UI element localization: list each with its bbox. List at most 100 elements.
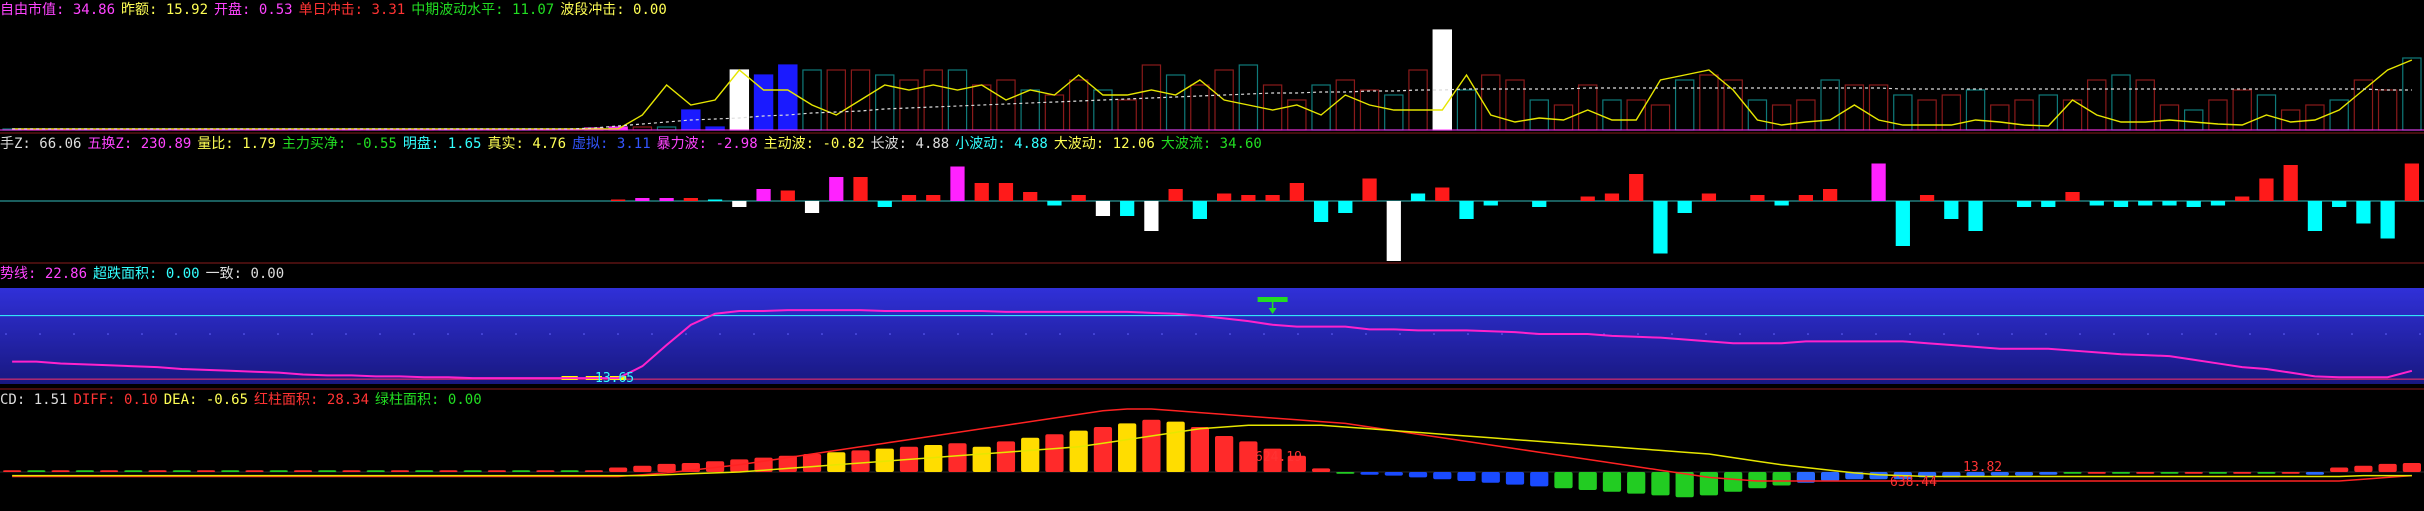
grid-dot — [787, 333, 789, 335]
signal-bar — [659, 198, 674, 201]
macd-bar — [245, 470, 264, 472]
signal-bar — [1919, 195, 1935, 201]
signal-bar — [707, 199, 723, 201]
label-green-area: 绿柱面积: 0.00 — [375, 392, 482, 408]
grid-dot — [5, 333, 7, 335]
label-band-impact: 波段冲击: 0.00 — [560, 2, 667, 18]
grid-dot — [481, 333, 483, 335]
grid-dot — [447, 333, 449, 335]
macd-bar — [3, 470, 22, 472]
grid-dot — [1229, 333, 1231, 335]
volume-bar — [1868, 84, 1889, 131]
signal-bar — [2138, 201, 2153, 206]
macd-bar — [2063, 472, 2082, 474]
macd-bar — [1360, 472, 1379, 475]
signal-bar — [2016, 201, 2032, 207]
macd-bar — [1602, 472, 1622, 492]
macd-bar — [1021, 437, 1040, 472]
label-mid-volatility: 中期波动水平: 11.07 — [411, 2, 555, 18]
macd-bar — [1384, 472, 1403, 476]
label-real: 真实: 4.76 — [487, 136, 567, 152]
macd-bar — [1530, 472, 1549, 487]
grid-dot — [379, 333, 381, 335]
macd-bar — [196, 470, 216, 472]
signal-bar — [2307, 201, 2323, 231]
label-dea: DEA: -0.65 — [163, 392, 249, 408]
panel3-value-label: 13.65 — [595, 371, 635, 386]
macd-bar — [2014, 472, 2034, 476]
signal-bar — [1629, 174, 1644, 201]
signal-bar — [1653, 201, 1668, 254]
grid-dot — [2317, 333, 2319, 335]
grid-dot — [209, 333, 211, 335]
volume-bar — [947, 69, 968, 131]
volume-bar — [1020, 89, 1040, 131]
macd-bar — [633, 465, 652, 472]
volume-bar — [996, 79, 1016, 131]
volume-bar — [2232, 89, 2252, 131]
grid-dot — [413, 333, 415, 335]
label-trend-line: 势线: 22.86 — [0, 266, 88, 282]
macd-bar — [1142, 419, 1161, 472]
panel-free-market-value: 自由市值: 34.86 昨额: 15.92 开盘: 0.53 单日冲击: 3.31 中期… — [0, 0, 2424, 134]
macd-bar — [609, 467, 628, 472]
signal-bar — [1968, 201, 1983, 231]
signal-bar — [1483, 201, 1498, 206]
plot-background — [0, 288, 2424, 384]
grid-dot — [753, 333, 755, 335]
grid-dot — [175, 333, 177, 335]
macd-bar — [2233, 472, 2252, 474]
grid-dot — [1841, 333, 1843, 335]
volume-bar — [1577, 84, 1598, 131]
signal-bar — [974, 183, 989, 201]
macd-bar — [293, 470, 313, 472]
signal-bar — [1798, 195, 1813, 201]
signal-bar — [1241, 195, 1256, 201]
label-main-net-buy: 主力买净: -0.55 — [281, 136, 397, 152]
signal-bar — [2332, 201, 2347, 207]
label-virtual: 虚拟: 3.11 — [572, 136, 651, 152]
volume-bar — [1650, 104, 1671, 131]
macd-bar — [2281, 472, 2300, 474]
signal-bar — [1095, 201, 1111, 216]
macd-bar — [802, 454, 822, 472]
signal-bar — [2235, 196, 2250, 201]
signal-bar — [1047, 201, 1062, 206]
volume-bar — [923, 69, 943, 131]
signal-bar — [1338, 201, 1353, 213]
grid-dot — [2011, 333, 2013, 335]
volume-bar — [1238, 64, 1259, 131]
signal-bar — [1168, 189, 1183, 201]
grid-dot — [1671, 333, 1673, 335]
signal-bar — [829, 177, 844, 201]
volume-bar — [1408, 69, 1428, 131]
grid-dot — [1773, 333, 1775, 335]
macd-bar — [2354, 465, 2373, 472]
macd-bar — [99, 470, 119, 472]
macd-bar — [172, 470, 191, 472]
volume-bar — [1796, 99, 1816, 131]
macd-bar — [1578, 472, 1597, 490]
signal-bar — [1071, 195, 1086, 201]
signal-bar — [950, 166, 965, 201]
macd-bar — [1505, 472, 1525, 485]
grid-dot — [651, 333, 653, 335]
panel3-header: 势线: 22.86 超跌面积: 0.00 一致: 0.00 — [0, 265, 290, 283]
signal-bar — [1289, 183, 1304, 201]
volume-bar — [1747, 99, 1768, 131]
volume-bar — [1262, 84, 1283, 131]
macd-bar — [1190, 427, 1209, 472]
macd-bar — [584, 470, 603, 472]
grid-dot — [1977, 333, 1979, 335]
macd-bar — [2160, 472, 2179, 474]
volume-bar — [2087, 79, 2107, 131]
grid-dot — [2351, 333, 2353, 335]
panel2-header: 手Z: 66.06 五换Z: 230.89 量比: 1.79 主力买净: -0.55 明… — [0, 135, 1268, 153]
volume-bar — [1432, 29, 1453, 131]
signal-bar — [1265, 195, 1280, 201]
signal-bar — [1750, 195, 1765, 201]
macd-bar — [2111, 472, 2131, 474]
label-hand-z: 手Z: 66.06 — [0, 136, 82, 152]
macd-bar — [221, 470, 240, 472]
signal-bar — [1459, 201, 1474, 219]
